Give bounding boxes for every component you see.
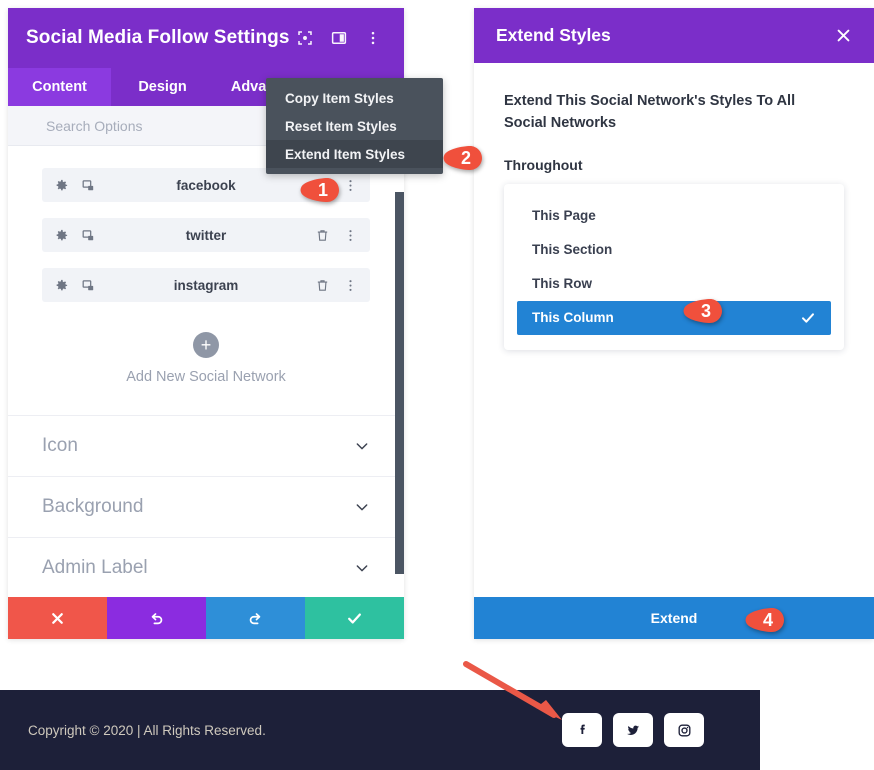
throughout-options-list: This Page This Section This Row This Col…	[504, 184, 844, 350]
close-icon[interactable]	[835, 27, 852, 44]
trash-icon[interactable]	[315, 278, 330, 293]
extend-styles-panel: Extend Styles Extend This Social Network…	[474, 8, 874, 639]
site-footer: Copyright © 2020 | All Rights Reserved.	[0, 690, 760, 770]
annotation-badge-3: 3	[683, 291, 723, 331]
twitter-icon	[625, 722, 642, 739]
annotation-badge-2: 2	[443, 138, 483, 178]
tab-design[interactable]: Design	[111, 68, 214, 106]
row-right-icons	[343, 178, 358, 193]
extend-submit-label: Extend	[651, 610, 698, 626]
close-icon	[49, 610, 66, 627]
menu-item-extend-item-styles[interactable]: Extend Item Styles	[266, 140, 443, 168]
chevron-down-icon	[354, 499, 370, 515]
gear-icon[interactable]	[54, 178, 69, 193]
accordion-admin-label[interactable]: Admin Label	[8, 538, 404, 597]
check-icon	[800, 310, 816, 326]
redo-icon	[247, 610, 264, 627]
option-label: This Row	[532, 276, 592, 291]
throughout-label: Throughout	[504, 157, 844, 173]
accordion-background[interactable]: Background	[8, 477, 404, 538]
kebab-menu-icon[interactable]	[343, 278, 358, 293]
option-this-column[interactable]: This Column	[517, 301, 831, 335]
option-this-row[interactable]: This Row	[517, 267, 831, 301]
option-this-section[interactable]: This Section	[517, 233, 831, 267]
option-label: This Column	[532, 310, 614, 325]
panel-header: Social Media Follow Settings	[8, 8, 404, 68]
extend-styles-title: Extend Styles	[496, 25, 835, 46]
option-this-page[interactable]: This Page	[517, 199, 831, 233]
footer-social-buttons	[562, 713, 704, 747]
extend-styles-body: Extend This Social Network's Styles To A…	[474, 63, 874, 597]
footer-instagram-button[interactable]	[664, 713, 704, 747]
annotation-arrow	[462, 660, 577, 730]
annotation-badge-4: 4	[745, 600, 785, 640]
accordion-label: Admin Label	[42, 557, 148, 579]
layout-icon[interactable]	[330, 29, 348, 47]
trash-icon[interactable]	[315, 228, 330, 243]
extend-styles-header: Extend Styles	[474, 8, 874, 63]
duplicate-icon[interactable]	[81, 278, 96, 293]
social-network-row-instagram[interactable]: instagram	[42, 268, 370, 302]
tab-content[interactable]: Content	[8, 68, 111, 106]
panel-header-icons	[296, 29, 382, 47]
option-label: This Section	[532, 242, 612, 257]
extend-submit-button[interactable]: Extend	[474, 597, 874, 639]
accordion-icon[interactable]: Icon	[8, 416, 404, 477]
row-right-icons	[315, 278, 358, 293]
extend-description: Extend This Social Network's Styles To A…	[504, 91, 834, 135]
check-icon	[346, 610, 363, 627]
menu-item-reset-item-styles[interactable]: Reset Item Styles	[266, 112, 443, 140]
add-new-label: Add New Social Network	[126, 369, 286, 385]
kebab-menu-icon[interactable]	[343, 178, 358, 193]
duplicate-icon[interactable]	[81, 228, 96, 243]
screenshot-root: Copyright © 2020 | All Rights Reserved. …	[0, 0, 874, 770]
add-new-social-network[interactable]: + Add New Social Network	[42, 318, 370, 407]
chevron-down-icon	[354, 438, 370, 454]
chevron-down-icon	[354, 560, 370, 576]
accordion-label: Icon	[42, 435, 78, 457]
item-context-menu: Copy Item Styles Reset Item Styles Exten…	[266, 78, 443, 174]
plus-icon[interactable]: +	[193, 332, 219, 358]
panel-body: facebook	[8, 146, 404, 597]
accordion-label: Background	[42, 496, 143, 518]
save-button[interactable]	[305, 597, 404, 639]
instagram-icon	[676, 722, 693, 739]
menu-item-copy-item-styles[interactable]: Copy Item Styles	[266, 84, 443, 112]
footer-twitter-button[interactable]	[613, 713, 653, 747]
row-left-icons	[54, 278, 96, 293]
option-label: This Page	[532, 208, 596, 223]
kebab-menu-icon[interactable]	[343, 228, 358, 243]
row-left-icons	[54, 178, 96, 193]
undo-button[interactable]	[107, 597, 206, 639]
annotation-number: 2	[443, 138, 483, 178]
kebab-menu-icon[interactable]	[364, 29, 382, 47]
row-right-icons	[315, 228, 358, 243]
cancel-button[interactable]	[8, 597, 107, 639]
social-network-row-twitter[interactable]: twitter	[42, 218, 370, 252]
social-networks-list: facebook	[8, 146, 404, 415]
gear-icon[interactable]	[54, 278, 69, 293]
duplicate-icon[interactable]	[81, 178, 96, 193]
row-left-icons	[54, 228, 96, 243]
page-title: Social Media Follow Settings	[26, 27, 296, 49]
panel-scrollbar[interactable]	[395, 192, 404, 574]
annotation-badge-1: 1	[300, 170, 340, 210]
annotation-number: 4	[745, 600, 785, 640]
gear-icon[interactable]	[54, 228, 69, 243]
annotation-number: 1	[300, 170, 340, 210]
annotation-number: 3	[683, 291, 723, 331]
fullscreen-icon[interactable]	[296, 29, 314, 47]
undo-icon	[148, 610, 165, 627]
redo-button[interactable]	[206, 597, 305, 639]
panel-action-buttons	[8, 597, 404, 639]
